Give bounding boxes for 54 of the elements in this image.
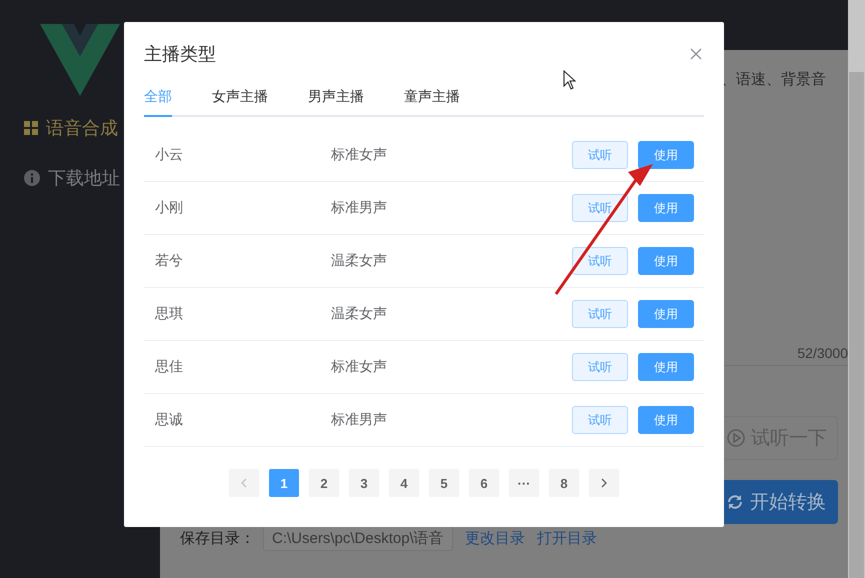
save-directory-label: 保存目录：: [180, 528, 255, 548]
voice-name: 思诚: [154, 411, 184, 429]
logo-icon: [40, 24, 120, 96]
play-icon: [727, 429, 745, 447]
tab[interactable]: 女声主播: [212, 88, 268, 117]
tab[interactable]: 童声主播: [404, 88, 460, 117]
listen-button[interactable]: 试听: [572, 194, 628, 222]
chevron-right-icon: [601, 478, 607, 488]
sidebar-item[interactable]: 下载地址: [24, 166, 120, 190]
listen-button[interactable]: 试听: [572, 300, 628, 328]
page-button[interactable]: 1: [269, 469, 299, 497]
next-page-button[interactable]: [589, 469, 619, 497]
page-button[interactable]: 3: [349, 469, 379, 497]
tab[interactable]: 全部: [144, 88, 172, 117]
use-button[interactable]: 使用: [638, 300, 694, 328]
use-button[interactable]: 使用: [638, 194, 694, 222]
grid-icon: [24, 121, 38, 135]
cursor-icon: [563, 70, 577, 90]
voice-name: 思佳: [154, 358, 184, 376]
use-button[interactable]: 使用: [638, 406, 694, 434]
info-icon: [24, 170, 40, 186]
voice-name: 小云: [154, 146, 184, 164]
directory-link[interactable]: 更改目录: [465, 528, 525, 548]
page-button[interactable]: ···: [509, 469, 539, 497]
close-icon[interactable]: [690, 48, 702, 60]
voice-type: 标准女声: [331, 358, 388, 376]
page-button[interactable]: 2: [309, 469, 339, 497]
sidebar-item[interactable]: 语音合成: [24, 116, 118, 140]
refresh-icon: [726, 493, 744, 511]
tab[interactable]: 男声主播: [308, 88, 364, 117]
voice-name: 若兮: [154, 252, 184, 270]
directory-field[interactable]: C:\Users\pc\Desktop\语音: [263, 525, 453, 551]
voice-type: 标准男声: [331, 199, 388, 217]
dialog-title: 主播类型: [144, 43, 216, 66]
chevron-left-icon: [241, 478, 247, 488]
listen-button[interactable]: 试听: [572, 141, 628, 169]
page-button[interactable]: 5: [429, 469, 459, 497]
page-button[interactable]: 6: [469, 469, 499, 497]
listen-button[interactable]: 试听: [572, 406, 628, 434]
use-button[interactable]: 使用: [638, 353, 694, 381]
directory-link[interactable]: 打开目录: [537, 528, 597, 548]
voice-type: 标准男声: [331, 411, 388, 429]
page-button[interactable]: 8: [549, 469, 579, 497]
voice-name: 思琪: [154, 305, 184, 323]
use-button[interactable]: 使用: [638, 141, 694, 169]
voice-type: 标准女声: [331, 146, 388, 164]
listen-button[interactable]: 试听: [572, 247, 628, 275]
voice-type: 温柔女声: [331, 252, 388, 270]
scrollbar[interactable]: [848, 0, 865, 578]
voice-name: 小刚: [154, 199, 184, 217]
voice-type: 温柔女声: [331, 305, 388, 323]
use-button[interactable]: 使用: [638, 247, 694, 275]
listen-button[interactable]: 试听: [572, 353, 628, 381]
page-button[interactable]: 4: [389, 469, 419, 497]
